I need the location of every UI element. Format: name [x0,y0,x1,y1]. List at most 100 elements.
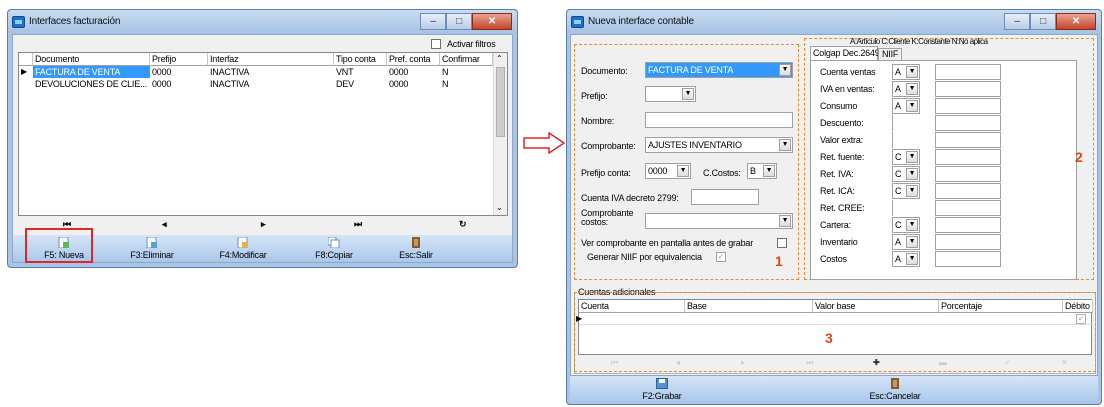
col-header-valor-base[interactable]: Valor base [813,300,939,313]
account-type-select[interactable]: C ▼ [892,149,920,165]
cuenta-iva-field[interactable] [691,189,759,205]
prefijo-select[interactable]: ▼ [645,86,696,102]
nav-prev-icon[interactable]: ◂ [676,358,680,367]
account-number-field[interactable] [935,251,1001,267]
nav-last-icon[interactable]: ⏭ [806,358,813,368]
chevron-down-icon[interactable]: ▼ [906,100,918,112]
prefijo-conta-select[interactable]: 0000 ▼ [645,163,691,179]
activar-filtros-checkbox[interactable] [431,39,441,49]
close-button[interactable]: ✕ [1056,13,1096,30]
debito-checkbox[interactable]: ✓ [1076,314,1086,324]
account-type-value: A [895,254,901,264]
chevron-down-icon[interactable]: ▼ [906,219,918,231]
nav-prev-icon[interactable]: ◂ [162,219,167,230]
interfaces-grid[interactable]: Documento Prefijo Interfaz Tipo conta Pr… [18,52,508,216]
comprobante-select[interactable]: AJUSTES INVENTARIO ▼ [645,137,793,153]
chevron-down-icon[interactable]: ▼ [906,83,918,95]
chevron-down-icon[interactable]: ▼ [779,139,791,151]
account-number-field[interactable] [935,149,1001,165]
grid-vertical-scrollbar[interactable]: ⌃ ⌄ [493,53,507,215]
account-number-field[interactable] [935,217,1001,233]
table-row[interactable]: ▶ FACTURA DE VENTA 0000 INACTIVA VNT 000… [19,66,493,78]
tab-niif[interactable]: NIIF [878,48,902,60]
nombre-field[interactable] [645,112,793,128]
generar-niif-checkbox[interactable]: ✓ [716,252,726,262]
cancel-icon[interactable]: ✕ [1061,358,1068,367]
account-type-select[interactable]: A ▼ [892,234,920,250]
col-header-confirmar[interactable]: Confirmar [440,53,493,66]
account-type-select[interactable]: A ▼ [892,98,920,114]
salir-button[interactable]: Esc:Salir [386,237,446,260]
scroll-thumb[interactable] [496,67,505,137]
col-header-tipo-conta[interactable]: Tipo conta [334,53,387,66]
scroll-down-icon[interactable]: ⌄ [496,203,503,212]
chevron-down-icon[interactable]: ▼ [906,253,918,265]
maximize-button[interactable]: □ [446,13,472,30]
table-row[interactable]: ▶ ✓ [576,313,1093,325]
chevron-down-icon[interactable]: ▼ [906,66,918,78]
add-row-icon[interactable]: ✚ [873,358,880,367]
nav-first-icon[interactable]: ⏮ [611,358,618,368]
ccostos-select[interactable]: B ▼ [747,163,777,179]
chevron-down-icon[interactable]: ▼ [779,215,791,227]
account-type-select[interactable]: C ▼ [892,166,920,182]
account-type-value: C [895,220,902,230]
comprobante-costos-select[interactable]: ▼ [645,213,793,229]
tab-colgap[interactable]: Colgap Dec.2649 [810,46,880,60]
modificar-button[interactable]: F4:Modificar [208,237,278,260]
scroll-up-icon[interactable]: ⌃ [496,54,503,63]
account-number-field[interactable] [935,200,1001,216]
account-type-select[interactable]: A ▼ [892,251,920,267]
account-number-field[interactable] [935,81,1001,97]
tab-colgap-label: Colgap Dec.2649 [813,48,880,58]
account-row-label: Valor extra: [820,135,863,145]
table-row[interactable]: DEVOLUCIONES DE CLIE... 0000 INACTIVA DE… [19,78,493,90]
account-type-select[interactable]: A ▼ [892,81,920,97]
confirm-icon[interactable]: ✓ [1004,358,1011,367]
minimize-button[interactable]: – [1004,13,1030,30]
ver-comprobante-checkbox[interactable] [777,238,787,248]
grabar-button[interactable]: F2:Grabar [632,378,692,401]
account-number-field[interactable] [935,132,1001,148]
col-header-porcentaje[interactable]: Porcentaje [939,300,1063,313]
copy-icon [328,237,340,248]
chevron-down-icon[interactable]: ▼ [779,64,791,76]
close-button[interactable]: ✕ [472,13,512,30]
maximize-button[interactable]: □ [1030,13,1056,30]
refresh-icon[interactable]: ↻ [459,219,467,230]
col-header-cuenta[interactable]: Cuenta [579,300,685,313]
account-number-field[interactable] [935,64,1001,80]
nav-last-icon[interactable]: ⏭ [354,219,362,230]
cuentas-adicionales-grid[interactable]: Cuenta Base Valor base Porcentaje Débito… [576,299,1093,355]
account-number-field[interactable] [935,166,1001,182]
documento-select[interactable]: FACTURA DE VENTA ▼ [645,62,793,78]
chevron-down-icon[interactable]: ▼ [906,185,918,197]
account-type-select[interactable]: A ▼ [892,64,920,80]
col-header-pref-conta[interactable]: Pref. conta [387,53,440,66]
prefijo-conta-label: Prefijo conta: [581,168,631,178]
copiar-button[interactable]: F8:Copiar [304,237,364,260]
minimize-button[interactable]: – [420,13,446,30]
eliminar-button[interactable]: F3:Eliminar [119,237,185,260]
chevron-down-icon[interactable]: ▼ [677,165,689,177]
account-number-field[interactable] [935,234,1001,250]
account-number-field[interactable] [935,183,1001,199]
account-type-select[interactable]: C ▼ [892,183,920,199]
cancelar-button[interactable]: Esc:Cancelar [860,378,930,401]
account-number-field[interactable] [935,98,1001,114]
col-header-documento[interactable]: Documento [33,53,150,66]
chevron-down-icon[interactable]: ▼ [682,88,694,100]
col-header-prefijo[interactable]: Prefijo [150,53,208,66]
nav-next-icon[interactable]: ▸ [741,358,745,367]
nav-next-icon[interactable]: ▸ [261,219,266,230]
col-header-debito[interactable]: Débito [1063,300,1093,313]
chevron-down-icon[interactable]: ▼ [906,168,918,180]
chevron-down-icon[interactable]: ▼ [906,236,918,248]
col-header-base[interactable]: Base [685,300,813,313]
account-number-field[interactable] [935,115,1001,131]
remove-row-icon[interactable]: ▬ [939,358,947,367]
chevron-down-icon[interactable]: ▼ [763,165,775,177]
chevron-down-icon[interactable]: ▼ [906,151,918,163]
account-type-select[interactable]: C ▼ [892,217,920,233]
col-header-interfaz[interactable]: Interfaz [208,53,334,66]
